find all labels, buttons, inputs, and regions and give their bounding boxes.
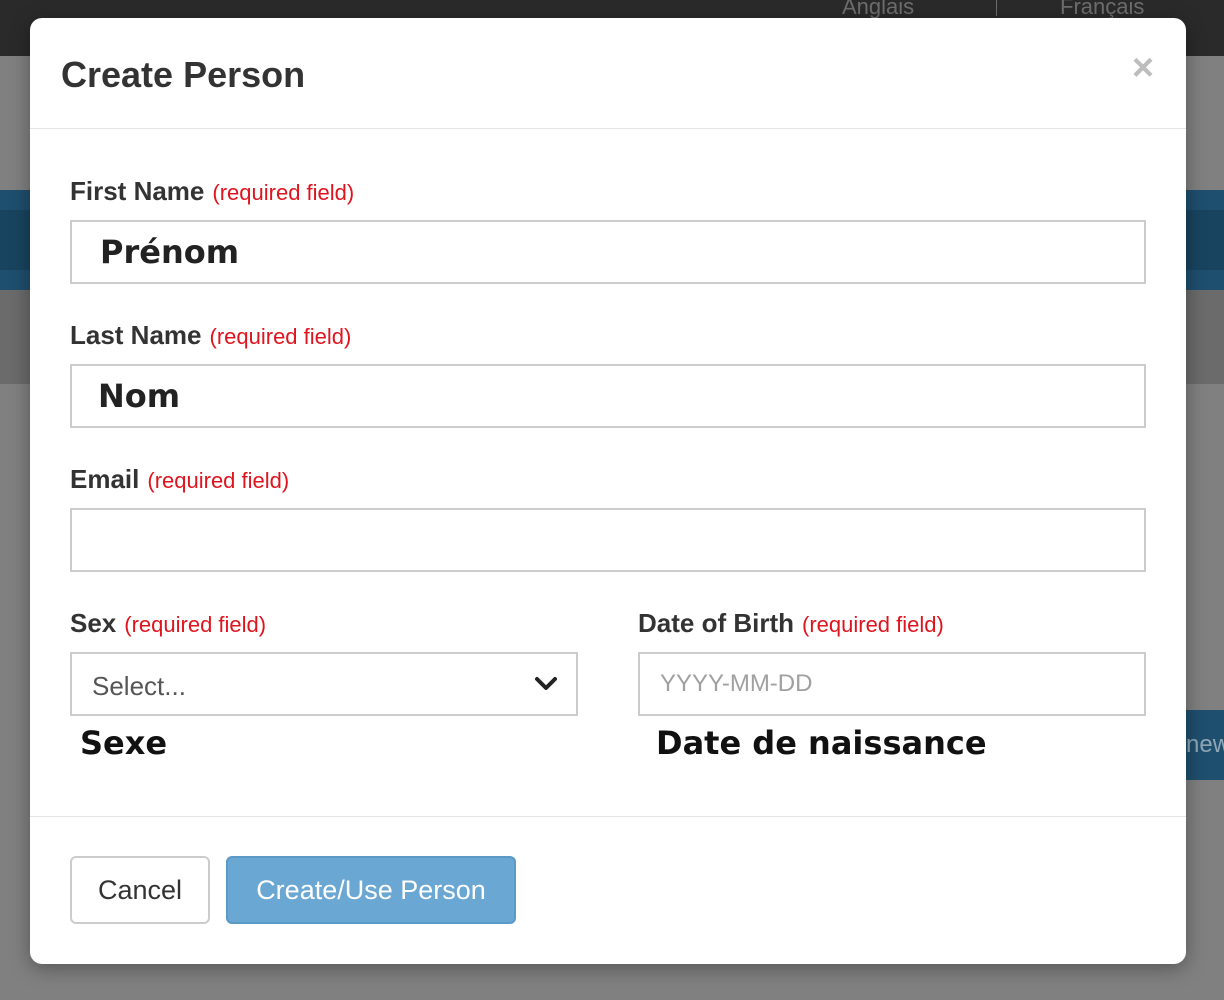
email-input[interactable] [70,508,1146,572]
create-person-modal: Create Person × First Name (required fiel… [30,18,1186,964]
chevron-down-icon [535,677,557,690]
footer-divider [30,816,1186,817]
first-name-label-text: First Name [70,176,205,206]
last-name-label: Last Name (required field) [70,320,351,351]
language-french-link: Français [1060,0,1145,19]
email-label: Email (required field) [70,464,289,495]
required-marker: (required field) [802,612,944,637]
first-name-label: First Name (required field) [70,176,354,207]
dob-annotation: Date de naissance [656,724,987,762]
modal-title: Create Person [61,54,306,95]
create-use-person-button[interactable]: Create/Use Person [226,856,516,924]
sex-label: Sex (required field) [70,608,266,639]
last-name-input[interactable] [70,364,1146,428]
background-new-button-label: new [1186,731,1224,758]
required-marker: (required field) [209,324,352,349]
email-label-text: Email [70,464,140,494]
required-marker: (required field) [147,468,290,493]
first-name-input[interactable] [70,220,1146,284]
cancel-button[interactable]: Cancel [70,856,210,924]
language-separator [996,0,997,16]
dob-label: Date of Birth (required field) [638,608,944,639]
modal-header: Create Person × [30,18,1186,129]
required-marker: (required field) [124,612,267,637]
dob-input[interactable] [638,652,1146,716]
last-name-label-text: Last Name [70,320,202,350]
background-new-button: new [1186,710,1224,780]
close-icon[interactable]: × [1128,48,1158,88]
dob-label-text: Date of Birth [638,608,794,638]
sex-annotation: Sexe [80,724,168,762]
sex-label-text: Sex [70,608,117,638]
sex-select-value: Select... [92,671,186,701]
language-english-link: Anglais [842,0,915,19]
required-marker: (required field) [212,180,355,205]
sex-select[interactable]: Select... [70,652,578,716]
